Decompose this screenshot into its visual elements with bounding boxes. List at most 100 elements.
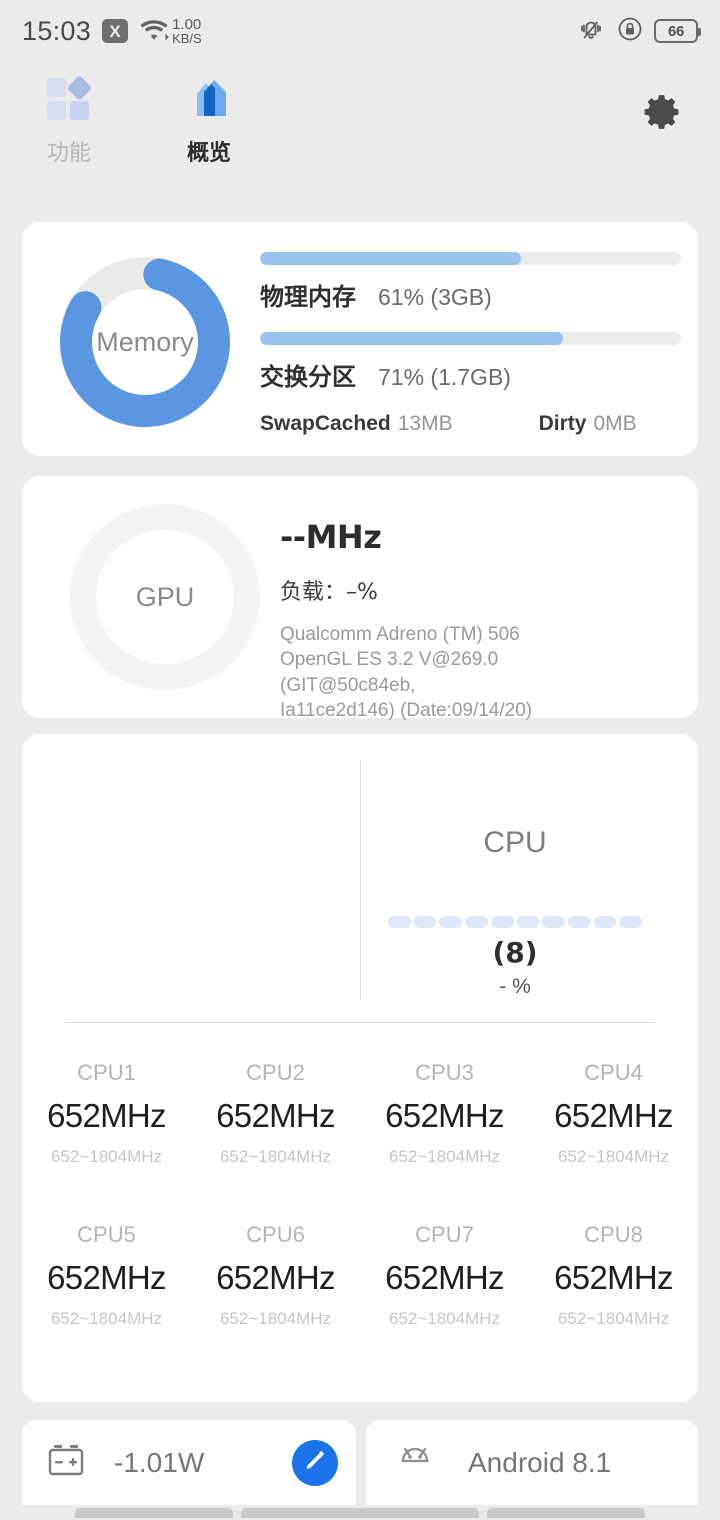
cpu-core-range: 652~1804MHz xyxy=(219,1309,332,1328)
cpu-core-name: CPU7 xyxy=(415,1222,474,1247)
gpu-details: --MHz 负载：–% Qualcomm Adreno (TM) 506 Ope… xyxy=(280,518,678,723)
home-icon xyxy=(180,72,238,124)
cpu-segment xyxy=(516,916,540,928)
network-speed-indicator: 1.00 KB/S xyxy=(139,17,202,46)
cpu-core-frequency: 652MHz xyxy=(554,1097,673,1134)
memory-sub-stats: SwapCached 13MB Dirty 0MB xyxy=(260,412,680,436)
cpu-core-range: 652~1804MHz xyxy=(388,1147,501,1166)
bell-muted-icon xyxy=(576,16,606,47)
android-version-text: Android 8.1 xyxy=(468,1446,612,1478)
cpu-core-frequency: 652MHz xyxy=(216,1097,335,1134)
gpu-card[interactable]: GPU --MHz 负载：–% Qualcomm Adreno (TM) 506… xyxy=(22,476,698,721)
swap-memory-row: 交换分区 71% (1.7GB) xyxy=(260,357,680,392)
tab-overview[interactable]: 概览 xyxy=(149,72,269,167)
physical-memory-value: 61% (3GB) xyxy=(378,284,492,310)
cpu-core-name: CPU6 xyxy=(246,1222,305,1247)
cpu-segment xyxy=(542,916,565,928)
gpu-info-line-2: OpenGL ES 3.2 V@269.0 (GIT@50c84eb, xyxy=(280,649,499,696)
battery-power-value: -1.01W xyxy=(114,1446,205,1478)
cpu-core-frequency: 652MHz xyxy=(385,1259,504,1296)
tab-bar: 功能 概览 xyxy=(0,62,720,187)
cpu-segment xyxy=(388,916,411,928)
edit-button[interactable] xyxy=(292,1439,338,1486)
cpu-core-name: CPU3 xyxy=(415,1060,474,1085)
status-bar-right: 66 xyxy=(576,16,701,47)
swap-memory-value: 71% (1.7GB) xyxy=(378,364,511,390)
cpu-core-item: CPU6 652MHz 652~1804MHz xyxy=(191,1222,360,1329)
memory-ring-label: Memory xyxy=(96,326,194,357)
tab-functions[interactable]: 功能 xyxy=(9,72,129,167)
gpu-info-lines: Qualcomm Adreno (TM) 506 OpenGL ES 3.2 V… xyxy=(280,622,620,723)
status-bar: 15:03 X 1.00 KB/S 66 xyxy=(0,0,720,62)
status-bar-left: 15:03 X 1.00 KB/S xyxy=(22,16,202,47)
cpu-core-name: CPU8 xyxy=(584,1222,643,1247)
cpu-core-count: (8) xyxy=(492,936,538,969)
pencil-icon xyxy=(302,1447,328,1478)
gpu-frequency: --MHz xyxy=(280,518,382,556)
rotation-lock-icon xyxy=(617,16,643,47)
cpu-core-item: CPU8 652MHz 652~1804MHz xyxy=(529,1222,698,1329)
cpu-core-item: CPU3 652MHz 652~1804MHz xyxy=(360,1060,529,1167)
cpu-core-name: CPU1 xyxy=(77,1060,136,1085)
swapcached-value: 13MB xyxy=(397,412,453,435)
nav-home-handle[interactable] xyxy=(241,1508,479,1518)
memory-ring-chart: Memory xyxy=(52,249,238,435)
nav-back-handle[interactable] xyxy=(75,1508,233,1518)
tab-functions-label: 功能 xyxy=(46,141,91,166)
cpu-segment xyxy=(567,916,591,928)
cpu-core-frequency: 652MHz xyxy=(385,1097,504,1134)
cpu-core-name: CPU5 xyxy=(77,1222,136,1247)
cpu-usage-segments xyxy=(388,916,643,928)
nav-recents-handle[interactable] xyxy=(487,1508,645,1518)
x-badge-icon: X xyxy=(102,19,129,43)
cpu-core-item: CPU7 652MHz 652~1804MHz xyxy=(360,1222,529,1329)
gesture-navigation-bar xyxy=(0,1500,720,1520)
physical-memory-label: 物理内存 xyxy=(260,283,356,311)
cpu-core-frequency: 652MHz xyxy=(216,1259,335,1296)
cpu-segment xyxy=(619,916,643,928)
network-speed-value: 1.00 xyxy=(172,16,202,33)
cpu-segment xyxy=(465,916,488,928)
gpu-ring-chart: GPU xyxy=(70,504,260,690)
cpu-core-frequency: 652MHz xyxy=(47,1097,166,1134)
grid-diamond-icon xyxy=(40,72,98,124)
android-version-tile[interactable]: Android 8.1 xyxy=(366,1420,698,1505)
cpu-core-range: 652~1804MHz xyxy=(388,1309,501,1328)
swapcached-label: SwapCached xyxy=(260,412,391,435)
cpu-core-range: 652~1804MHz xyxy=(557,1309,670,1328)
memory-card[interactable]: Memory 物理内存 61% (3GB) 交换分区 71% (1.7GB) S… xyxy=(22,222,698,456)
gpu-info-line-3: Ia11ce2d146) (Date:09/14/20) xyxy=(280,699,533,721)
battery-icon xyxy=(44,1440,88,1485)
gear-icon xyxy=(644,95,684,136)
cpu-title: CPU xyxy=(483,826,547,859)
cpu-segment xyxy=(439,916,463,928)
cpu-usage-percent: - % xyxy=(499,975,531,998)
status-bar-clock: 15:03 xyxy=(22,15,92,46)
cpu-core-frequency: 652MHz xyxy=(554,1259,673,1296)
battery-level-text: 66 xyxy=(667,22,685,40)
cpu-core-name: CPU4 xyxy=(584,1060,643,1085)
wifi-icon xyxy=(139,17,169,46)
cpu-core-item: CPU4 652MHz 652~1804MHz xyxy=(529,1060,698,1167)
gpu-info-line-1: Qualcomm Adreno (TM) 506 xyxy=(280,624,520,645)
battery-power-tile[interactable]: -1.01W xyxy=(22,1420,356,1505)
android-robot-icon xyxy=(392,1440,438,1485)
cpu-core-item: CPU2 652MHz 652~1804MHz xyxy=(191,1060,360,1167)
cpu-horizontal-divider xyxy=(65,1022,655,1023)
cpu-segment xyxy=(593,916,617,928)
tab-overview-label: 概览 xyxy=(186,141,231,166)
battery-status-icon: 66 xyxy=(654,19,701,43)
cpu-core-grid: CPU1 652MHz 652~1804MHz CPU2 652MHz 652~… xyxy=(22,1060,698,1329)
dirty-label: Dirty xyxy=(538,412,587,435)
physical-memory-row: 物理内存 61% (3GB) xyxy=(260,277,680,312)
network-speed-unit: KB/S xyxy=(172,31,202,46)
battery-power-left: -1.01W xyxy=(44,1440,204,1485)
physical-memory-progress xyxy=(260,252,681,265)
dirty-value: 0MB xyxy=(593,412,637,435)
gpu-ring-label: GPU xyxy=(135,581,195,612)
settings-button[interactable] xyxy=(644,92,684,132)
swap-memory-progress xyxy=(260,332,681,345)
cpu-core-frequency: 652MHz xyxy=(47,1259,166,1296)
memory-details: 物理内存 61% (3GB) 交换分区 71% (1.7GB) SwapCach… xyxy=(260,252,681,436)
swap-memory-label: 交换分区 xyxy=(260,363,356,391)
